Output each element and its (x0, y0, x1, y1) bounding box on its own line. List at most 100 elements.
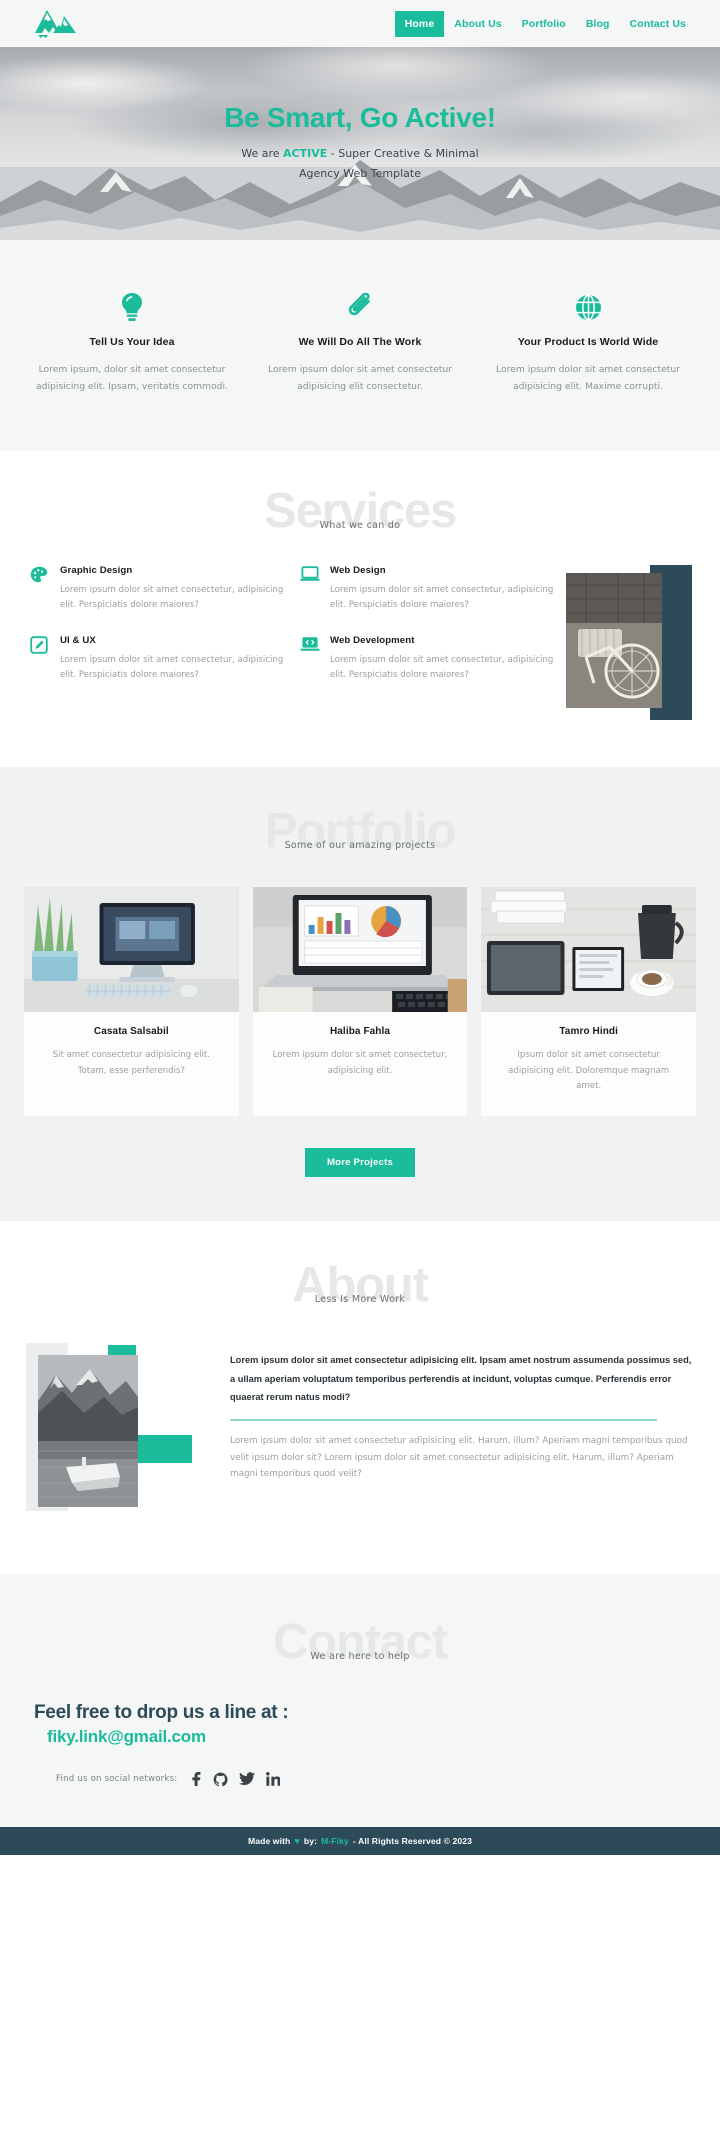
code-laptop-icon (300, 635, 320, 683)
contact-email-link[interactable]: fiky.link@gmail.com (47, 1727, 206, 1747)
portfolio-card[interactable]: Tamro Hindi Ipsum dolor sit amet consect… (481, 887, 697, 1117)
portfolio-card-title: Tamro Hindi (559, 1026, 619, 1038)
portfolio-heading: Portfolio Some of our amazing projects (0, 807, 720, 856)
linkedin-icon[interactable] (266, 1772, 281, 1787)
about-section: About Less Is More Work Lorem ipsum dolo… (0, 1221, 720, 1575)
feature-card-idea: Tell Us Your Idea Lorem ipsum, dolor sit… (18, 292, 246, 395)
more-projects-button[interactable]: More Projects (304, 1148, 416, 1178)
hero-sub-line2: Agency Web Template (299, 167, 421, 181)
socials-label: Find us on social networks: (56, 1774, 178, 1785)
about-copy: Lorem ipsum dolor sit amet consectetur a… (230, 1343, 694, 1518)
service-text: Lorem ipsum dolor sit amet consectetur, … (60, 585, 284, 611)
github-icon[interactable] (213, 1772, 228, 1787)
footer-brand-link[interactable]: M-Fiky (321, 1836, 349, 1846)
feature-title: Your Product Is World Wide (517, 336, 659, 348)
footer-made-with: Made with (247, 1836, 291, 1847)
service-title: UI & UX (60, 635, 96, 647)
portfolio-card-text: Lorem ipsum dolor sit amet consectetur, … (272, 1050, 448, 1076)
twitter-icon[interactable] (239, 1772, 256, 1786)
nav-link-portfolio[interactable]: Portfolio (512, 11, 576, 37)
features-section: Tell Us Your Idea Lorem ipsum, dolor sit… (0, 240, 720, 452)
contact-body: Feel free to drop us a line at : fiky.li… (0, 1702, 720, 1787)
portfolio-card-title: Casata Salsabil (93, 1026, 169, 1038)
service-text: Lorem ipsum dolor sit amet consectetur, … (60, 655, 284, 681)
feature-title: Tell Us Your Idea (89, 336, 175, 348)
portfolio-card-body: Casata Salsabil Sit amet consectetur adi… (24, 1012, 239, 1099)
portfolio-card[interactable]: Haliba Fahla Lorem ipsum dolor sit amet … (252, 887, 468, 1117)
facebook-icon[interactable] (190, 1771, 202, 1787)
hero-sub-accent: ACTIVE (283, 146, 328, 160)
service-title: Web Development (330, 635, 415, 647)
pencil-square-icon (30, 635, 50, 683)
portfolio-cards: Casata Salsabil Sit amet consectetur adi… (0, 887, 720, 1117)
nav-link-home[interactable]: Home (394, 10, 445, 37)
lightbulb-icon (30, 292, 234, 322)
service-item-graphic-design[interactable]: Graphic Design Lorem ipsum dolor sit ame… (30, 565, 290, 613)
footer-credit: Made with ♥ by: M-Fiky - All Rights Rese… (248, 1836, 472, 1846)
service-title: Graphic Design (60, 565, 133, 577)
hero-title: Be Smart, Go Active! (224, 102, 496, 133)
portfolio-card-text: Sit amet consectetur adipisicing elit. T… (52, 1050, 211, 1076)
feature-text: Lorem ipsum dolor sit amet consectetur a… (268, 364, 452, 393)
laptop-charts-photo (252, 887, 468, 1013)
service-text: Lorem ipsum dolor sit amet consectetur, … (330, 655, 554, 681)
feature-title: We Will Do All The Work (298, 336, 422, 348)
hero-section: Be Smart, Go Active! We are ACTIVE - Sup… (0, 47, 720, 240)
contact-heading: Contact We are here to help (0, 1618, 720, 1667)
services-subtitle: What we can do (319, 520, 401, 532)
social-links: Find us on social networks: (56, 1771, 686, 1787)
services-section: Services What we can do Graphic Design L… (0, 451, 720, 768)
portfolio-card-body: Tamro Hindi Ipsum dolor sit amet consect… (481, 1012, 696, 1114)
services-column-right: Web Design Lorem ipsum dolor sit amet co… (300, 565, 560, 725)
monitor-icon (300, 565, 320, 613)
more-projects-wrap: More Projects (0, 1148, 720, 1178)
portfolio-subtitle: Some of our amazing projects (284, 840, 436, 852)
feature-text: Lorem ipsum, dolor sit amet consectetur … (36, 364, 228, 393)
heart-icon: ♥ (294, 1836, 300, 1847)
landing-page: Home About Us Portfolio Blog Contact Us … (0, 0, 720, 1856)
bicycle-basket-photo (566, 573, 662, 709)
globe-icon (486, 292, 690, 322)
portfolio-card-body: Haliba Fahla Lorem ipsum dolor sit amet … (253, 1012, 468, 1099)
main-navbar: Home About Us Portfolio Blog Contact Us (0, 0, 720, 47)
hero-text-block: Be Smart, Go Active! We are ACTIVE - Sup… (0, 102, 720, 185)
hero-sub-pre: We are (241, 146, 284, 160)
portfolio-section: Portfolio Some of our amazing projects C… (0, 767, 720, 1222)
about-body-text: Lorem ipsum dolor sit amet consectetur a… (230, 1435, 688, 1480)
hero-subtitle: We are ACTIVE - Super Creative & Minimal… (0, 144, 720, 185)
contact-section: Contact We are here to help Feel free to… (0, 1574, 720, 1828)
services-column-left: Graphic Design Lorem ipsum dolor sit ame… (30, 565, 290, 725)
hero-sub-post: - Super Creative & Minimal (327, 146, 479, 160)
paperclip-icon (258, 292, 462, 322)
contact-subtitle: We are here to help (310, 1651, 410, 1663)
service-item-ui-ux[interactable]: UI & UX Lorem ipsum dolor sit amet conse… (30, 635, 290, 683)
coffee-tablet-photo (481, 887, 697, 1013)
service-item-web-development[interactable]: Web Development Lorem ipsum dolor sit am… (300, 635, 560, 683)
lake-boat-photo (38, 1355, 138, 1508)
feature-card-work: We Will Do All The Work Lorem ipsum dolo… (246, 292, 474, 395)
nav-link-contact-us[interactable]: Contact Us (620, 11, 696, 37)
palette-icon (30, 565, 50, 613)
services-body: Graphic Design Lorem ipsum dolor sit ame… (0, 565, 720, 725)
portfolio-card-text: Ipsum dolor sit amet consectetur adipisi… (508, 1050, 670, 1091)
mountains-logo[interactable] (26, 7, 88, 41)
services-list: Graphic Design Lorem ipsum dolor sit ame… (30, 565, 560, 725)
service-item-web-design[interactable]: Web Design Lorem ipsum dolor sit amet co… (300, 565, 560, 613)
services-heading: Services What we can do (0, 487, 720, 536)
about-lead-text: Lorem ipsum dolor sit amet consectetur a… (230, 1355, 692, 1402)
footer-rights: - All Rights Reserved © 2023 (352, 1836, 473, 1847)
feature-card-worldwide: Your Product Is World Wide Lorem ipsum d… (474, 292, 702, 395)
about-subtitle: Less Is More Work (314, 1294, 406, 1306)
about-body: Lorem ipsum dolor sit amet consectetur a… (0, 1343, 720, 1518)
service-title: Web Design (330, 565, 386, 577)
about-visual (22, 1343, 212, 1518)
footer-by: by: (303, 1836, 318, 1847)
nav-link-blog[interactable]: Blog (576, 11, 620, 37)
contact-headline: Feel free to drop us a line at : (34, 1702, 289, 1724)
about-heading: About Less Is More Work (0, 1261, 720, 1310)
services-visual (566, 565, 696, 725)
portfolio-card[interactable]: Casata Salsabil Sit amet consectetur adi… (24, 887, 239, 1117)
feature-text: Lorem ipsum dolor sit amet consectetur a… (496, 364, 680, 393)
nav-link-about-us[interactable]: About Us (444, 11, 511, 37)
nav-links: Home About Us Portfolio Blog Contact Us (394, 10, 696, 37)
